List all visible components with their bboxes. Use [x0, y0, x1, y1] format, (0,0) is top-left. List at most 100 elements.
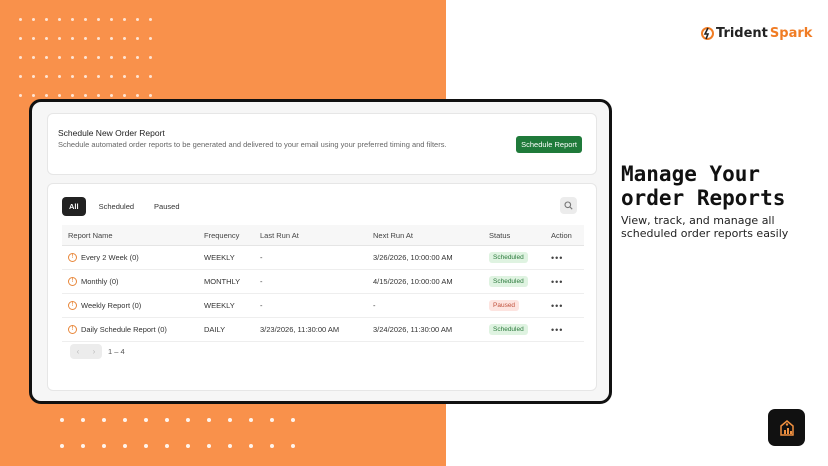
row-actions-menu-icon[interactable]: •••	[551, 277, 563, 287]
table-row[interactable]: ! Every 2 Week (0) WEEKLY - 3/26/2026, 10…	[62, 245, 584, 270]
report-name: Weekly Report (0)	[81, 301, 142, 310]
decorative-dot	[71, 56, 74, 59]
decorative-dot	[58, 94, 61, 97]
next-page-button[interactable]: ›	[93, 347, 96, 356]
decorative-dot	[144, 444, 148, 448]
decorative-dot	[84, 75, 87, 78]
decorative-dot	[186, 444, 190, 448]
decorative-dot	[45, 75, 48, 78]
table-row[interactable]: ! Daily Schedule Report (0) DAILY 3/23/20…	[62, 317, 584, 342]
decorative-dot	[136, 37, 139, 40]
report-last-run: -	[254, 269, 367, 294]
decorative-dot	[165, 418, 169, 422]
decorative-dot	[71, 37, 74, 40]
decorative-dot	[136, 94, 139, 97]
decorative-dot	[45, 56, 48, 59]
promo-headline-line2: order Reports	[621, 186, 786, 210]
decorative-dot	[45, 37, 48, 40]
schedule-card-title: Schedule New Order Report	[58, 128, 165, 138]
row-actions-menu-icon[interactable]: •••	[551, 253, 563, 263]
decorative-dot	[149, 94, 152, 97]
promo-headline: Manage Your order Reports	[621, 162, 785, 210]
decorative-dot	[149, 18, 152, 21]
decorative-dot	[97, 37, 100, 40]
brand-logo-icon	[701, 27, 714, 40]
schedule-card-description: Schedule automated order reports to be g…	[58, 140, 447, 149]
column-header-frequency: Frequency	[198, 225, 254, 246]
report-name: Every 2 Week (0)	[81, 253, 139, 262]
decorative-dot	[110, 18, 113, 21]
decorative-dot	[58, 37, 61, 40]
status-badge: Paused	[489, 300, 520, 311]
decorative-dot	[60, 418, 64, 422]
app-screenshot-frame: Schedule New Order Report Schedule autom…	[29, 99, 612, 404]
decorative-dot	[207, 444, 211, 448]
warning-icon: !	[68, 301, 77, 310]
decorative-dot	[123, 418, 127, 422]
decorative-dot	[45, 94, 48, 97]
reports-table: Report Name Frequency Last Run At Next R…	[62, 225, 584, 342]
brand-name-part2: Spark	[769, 26, 813, 41]
decorative-dot	[102, 418, 106, 422]
tab-paused[interactable]: Paused	[147, 197, 186, 216]
column-header-last-run: Last Run At	[254, 225, 367, 246]
report-frequency: DAILY	[198, 317, 254, 342]
table-header-row: Report Name Frequency Last Run At Next R…	[62, 225, 584, 246]
search-button[interactable]	[560, 197, 577, 214]
report-next-run: -	[367, 293, 483, 318]
decorative-dot	[81, 418, 85, 422]
decorative-dot	[123, 37, 126, 40]
decorative-dot	[186, 418, 190, 422]
row-actions-menu-icon[interactable]: •••	[551, 325, 563, 335]
decorative-dot	[19, 18, 22, 21]
tab-scheduled[interactable]: Scheduled	[92, 197, 141, 216]
decorative-dot	[32, 75, 35, 78]
decorative-dot	[19, 75, 22, 78]
decorative-dot	[102, 444, 106, 448]
decorative-dot	[97, 94, 100, 97]
decorative-dot	[97, 75, 100, 78]
pagination-range: 1 – 4	[108, 347, 125, 356]
schedule-report-card: Schedule New Order Report Schedule autom…	[47, 113, 597, 175]
reports-list-card: All Scheduled Paused Report Name Frequen…	[47, 183, 597, 391]
decorative-dot	[228, 444, 232, 448]
column-header-status: Status	[483, 225, 545, 246]
decorative-dot	[71, 18, 74, 21]
pagination-buttons: ‹ ›	[70, 344, 102, 359]
decorative-dot	[84, 56, 87, 59]
report-frequency: MONTHLY	[198, 269, 254, 294]
table-row[interactable]: ! Monthly (0) MONTHLY - 4/15/2026, 10:00:…	[62, 269, 584, 294]
prev-page-button[interactable]: ‹	[77, 347, 80, 356]
decorative-dot	[136, 75, 139, 78]
decorative-dot	[149, 75, 152, 78]
report-next-run: 3/24/2026, 11:30:00 AM	[367, 317, 483, 342]
report-next-run: 3/26/2026, 10:00:00 AM	[367, 245, 483, 270]
decorative-dot	[291, 418, 295, 422]
promo-headline-line1: Manage Your	[621, 162, 761, 186]
table-row[interactable]: ! Weekly Report (0) WEEKLY - - Paused •••	[62, 293, 584, 318]
decorative-dot	[149, 37, 152, 40]
decorative-dot	[144, 418, 148, 422]
tab-all[interactable]: All	[62, 197, 86, 216]
decorative-dot	[110, 37, 113, 40]
column-header-next-run: Next Run At	[367, 225, 483, 246]
schedule-report-button[interactable]: Schedule Report	[516, 136, 582, 153]
promo-subline: View, track, and manage all scheduled or…	[621, 214, 789, 240]
decorative-dot-grid-top	[19, 18, 152, 97]
decorative-dot	[58, 18, 61, 21]
decorative-dot	[110, 94, 113, 97]
decorative-dot-grid-bottom	[60, 418, 295, 448]
brand-logo: Trident Spark	[701, 26, 812, 41]
decorative-dot	[123, 75, 126, 78]
decorative-dot	[45, 18, 48, 21]
decorative-dot	[136, 56, 139, 59]
decorative-dot	[123, 444, 127, 448]
decorative-dot	[19, 56, 22, 59]
decorative-dot	[71, 94, 74, 97]
row-actions-menu-icon[interactable]: •••	[551, 301, 563, 311]
decorative-dot	[97, 56, 100, 59]
report-next-run: 4/15/2026, 10:00:00 AM	[367, 269, 483, 294]
decorative-dot	[270, 444, 274, 448]
status-badge: Scheduled	[489, 324, 528, 335]
decorative-dot	[123, 18, 126, 21]
